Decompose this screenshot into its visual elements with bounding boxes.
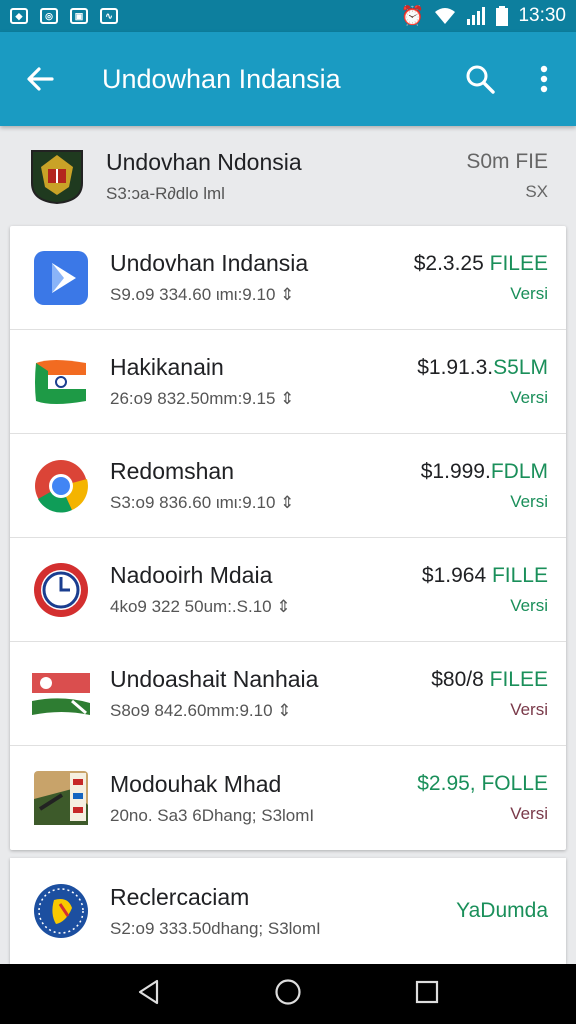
featured-extra: SX xyxy=(525,182,548,201)
chrome-icon xyxy=(35,459,88,513)
nav-recents-button[interactable] xyxy=(415,980,439,1009)
app-meta: S8o9 842.60mm:9.10 ⇕ xyxy=(110,701,292,720)
list-item[interactable]: Undoashait Nanhaia S8o9 842.60mm:9.10 ⇕ … xyxy=(10,642,566,746)
status-bar: ◆ ◎ ▣ ∿ ⏰ 13:30 xyxy=(0,0,576,32)
flag-india-icon xyxy=(35,359,86,404)
app-name: Undovhan Indansia xyxy=(110,250,309,276)
app-price-tag: FDLM xyxy=(490,459,548,483)
app-meta: 20no. Sa3 6Dhang; S3lomI xyxy=(110,805,315,825)
shield-notification-icon: ◆ xyxy=(10,8,28,24)
list-item[interactable]: Nadooirh Mdaia 4ko9 322 50um:.S.10 ⇕ $1.… xyxy=(10,538,566,642)
search-button[interactable] xyxy=(448,32,512,126)
app-meta: 26:o9 832.50mm:9.15 ⇕ xyxy=(110,389,295,408)
app-action: YaDumda xyxy=(456,899,548,922)
app-name: Modouhak Mhad xyxy=(110,770,282,797)
list-item[interactable]: Hakikanain 26:o9 832.50mm:9.15 ⇕ $1.91.3… xyxy=(10,330,566,434)
app-name: Redomshan xyxy=(110,458,235,484)
app-price-tag: S5LM xyxy=(493,355,548,379)
featured-header[interactable]: Undovhan Ndonsia S3:ɔa-R∂dlo lml S0m FIE… xyxy=(0,126,576,226)
signal-icon xyxy=(467,7,486,25)
app-price-tag: FILEE xyxy=(483,667,548,691)
battery-icon xyxy=(496,6,509,26)
flag-wave-icon xyxy=(32,672,90,715)
app-name: Reclercaciam xyxy=(110,883,250,910)
app-version: Versi xyxy=(510,804,548,823)
clock: 13:30 xyxy=(518,5,566,26)
app-version: Versi xyxy=(510,699,548,719)
more-vert-icon xyxy=(540,65,548,93)
back-button[interactable] xyxy=(0,32,80,126)
back-icon xyxy=(138,979,158,1004)
app-name: Nadooirh Mdaia xyxy=(110,562,273,588)
list-item[interactable]: Undovhan Indansia S9.o9 334.60 ιmι:9.10 … xyxy=(10,226,566,330)
search-icon xyxy=(466,65,495,94)
app-price: $80/8 xyxy=(431,667,484,691)
notification-icons: ◆ ◎ ▣ ∿ xyxy=(10,8,118,24)
nav-back-button[interactable] xyxy=(137,979,161,1010)
game-art-icon xyxy=(34,771,88,825)
app-list: Undovhan Indansia S9.o9 334.60 ιmι:9.10 … xyxy=(10,226,566,850)
app-name: Undoashait Nanhaia xyxy=(110,666,319,692)
list-item[interactable]: Reclercaciam S2:o9 333.50dhang; S3lomI Y… xyxy=(10,858,566,964)
play-store-icon xyxy=(34,250,88,305)
home-icon xyxy=(275,978,301,1005)
emblem-icon xyxy=(31,150,83,205)
app-price-tag: FILLE xyxy=(486,563,548,587)
app-version: Versi xyxy=(510,387,548,407)
app-version: Versi xyxy=(510,491,548,511)
overflow-menu-button[interactable] xyxy=(512,32,576,126)
app-meta: 4ko9 322 50um:.S.10 ⇕ xyxy=(110,597,291,616)
featured-sub: S3:ɔa-R∂dlo lml xyxy=(106,183,225,203)
chart-notification-icon: ∿ xyxy=(100,8,118,24)
featured-name: Undovhan Ndonsia xyxy=(106,148,302,175)
alarm-icon: ⏰ xyxy=(400,6,425,27)
clock-icon xyxy=(34,562,88,617)
featured-size: S0m FIE xyxy=(466,150,548,173)
sync-notification-icon: ◎ xyxy=(40,8,58,24)
app-version: Versi xyxy=(510,595,548,615)
nav-home-button[interactable] xyxy=(274,978,302,1011)
app-meta: S3:o9 836.60 ιmι:9.10 ⇕ xyxy=(110,493,295,512)
app-version: Versi xyxy=(510,283,548,303)
arrow-left-icon xyxy=(27,67,54,91)
list-item[interactable]: Redomshan S3:o9 836.60 ιmι:9.10 ⇕ $1.999… xyxy=(10,434,566,538)
app-price: $2.3.25 xyxy=(413,251,484,275)
recents-icon xyxy=(416,980,439,1003)
navigation-bar xyxy=(0,964,576,1024)
app-price: $1.91.3. xyxy=(417,355,494,379)
app-bar: Undowhan Indansia xyxy=(0,32,576,126)
app-price-tag: FILEE xyxy=(483,251,548,275)
app-price-tag: $2.95, FOLLE xyxy=(417,772,548,795)
app-meta: S2:o9 333.50dhang; S3lomI xyxy=(110,918,321,938)
list-item[interactable]: Modouhak Mhad 20no. Sa3 6Dhang; S3lomI $… xyxy=(10,746,566,850)
page-title: Undowhan Indansia xyxy=(102,63,341,94)
app-price: $1.964 xyxy=(421,563,487,587)
wifi-icon xyxy=(435,8,456,24)
app-meta: S9.o9 334.60 ιmι:9.10 ⇕ xyxy=(110,285,295,304)
image-notification-icon: ▣ xyxy=(70,8,88,24)
app-price: $1.999. xyxy=(420,459,491,483)
globe-emblem-icon xyxy=(34,884,88,938)
app-name: Hakikanain xyxy=(110,354,224,380)
